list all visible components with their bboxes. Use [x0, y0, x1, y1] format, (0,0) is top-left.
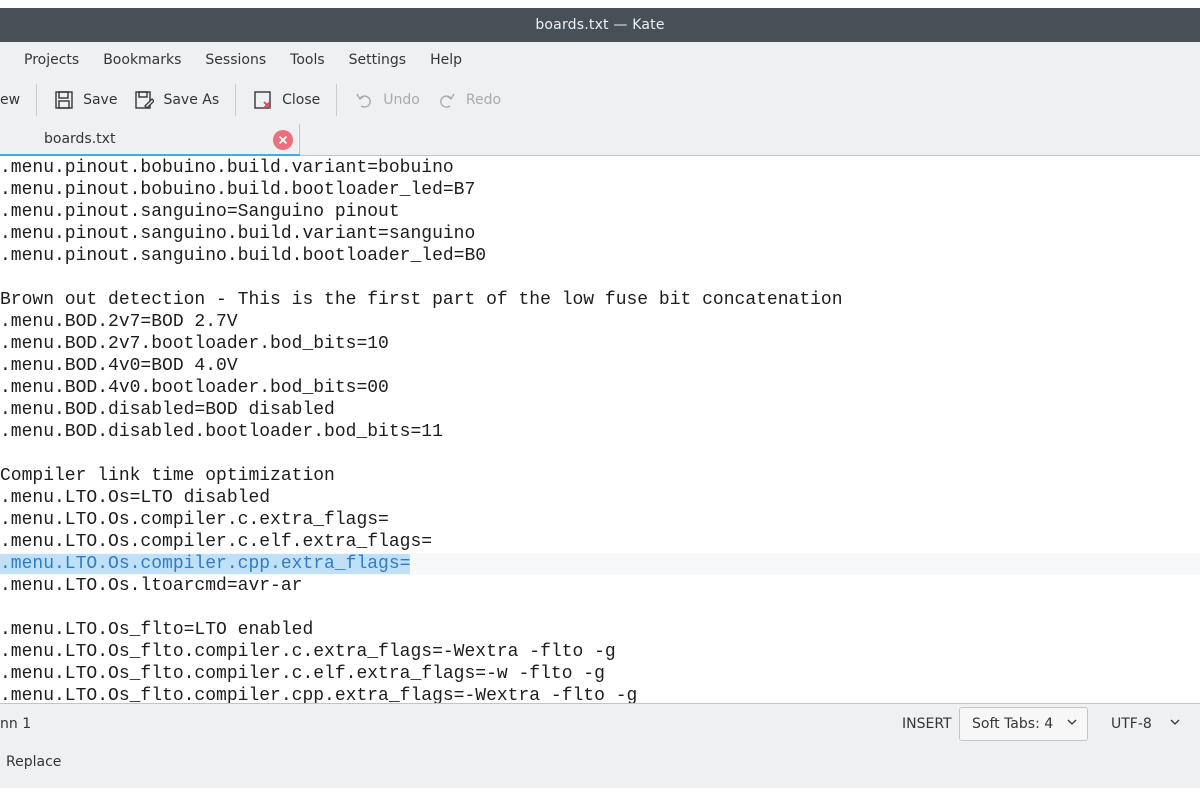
code-line[interactable] [0, 443, 1200, 465]
tab-label: boards.txt [44, 131, 116, 147]
chevron-down-icon[interactable] [1169, 716, 1181, 732]
code-line[interactable]: .menu.LTO.Os_flto.compiler.cpp.extra_fla… [0, 685, 1200, 704]
code-line-text: .menu.LTO.Os_flto.compiler.cpp.extra_fla… [0, 686, 638, 704]
indentation-dropdown[interactable]: Soft Tabs: 4 [959, 707, 1088, 741]
tab-boards-txt[interactable]: boards.txt [0, 124, 300, 157]
statusbar: nn 1 INSERT Soft Tabs: 4 UTF-8 [0, 704, 1200, 744]
chevron-down-icon [1066, 716, 1078, 732]
close-button[interactable]: Close [244, 84, 328, 116]
toolbar-separator [336, 84, 338, 116]
redo-icon [436, 89, 458, 111]
code-line[interactable]: .menu.BOD.disabled.bootloader.bod_bits=1… [0, 421, 1200, 443]
code-line[interactable]: .menu.LTO.Os_flto.compiler.c.extra_flags… [0, 641, 1200, 663]
screen-top-edge [0, 0, 1200, 8]
document-tabbar: boards.txt [0, 124, 1200, 157]
window-titlebar: boards.txt — Kate [0, 8, 1200, 42]
save-button[interactable]: Save [45, 84, 125, 116]
main-toolbar: ew Save Save As Close Undo Redo [0, 80, 1200, 120]
code-line[interactable]: .menu.LTO.Os_flto=LTO enabled [0, 619, 1200, 641]
indentation-label: Soft Tabs: 4 [972, 716, 1054, 732]
menubar: Projects Bookmarks Sessions Tools Settin… [0, 42, 1200, 78]
toolbar-separator [235, 84, 237, 116]
code-line-text: .menu.BOD.disabled.bootloader.bod_bits=1… [0, 422, 443, 442]
code-line[interactable]: .menu.LTO.Os.compiler.c.extra_flags= [0, 509, 1200, 531]
code-line-text: .menu.LTO.Os.compiler.c.extra_flags= [0, 510, 389, 530]
code-line-text: .menu.BOD.2v7=BOD 2.7V [0, 312, 238, 332]
menu-sessions[interactable]: Sessions [205, 52, 266, 68]
code-line[interactable]: .menu.BOD.4v0.bootloader.bod_bits=00 [0, 377, 1200, 399]
save-as-label: Save As [163, 92, 220, 108]
code-line-text: .menu.LTO.Os_flto.compiler.c.extra_flags… [0, 642, 616, 662]
code-line[interactable]: .menu.LTO.Os_flto.compiler.c.elf.extra_f… [0, 663, 1200, 685]
encoding-selector[interactable]: UTF-8 [1111, 716, 1152, 732]
code-line[interactable]: .menu.LTO.Os.ltoarcmd=avr-ar [0, 575, 1200, 597]
code-line-text: .menu.BOD.4v0.bootloader.bod_bits=00 [0, 378, 389, 398]
toolbar-separator [36, 84, 38, 116]
window-title: boards.txt — Kate [535, 17, 665, 33]
code-line[interactable]: .menu.pinout.bobuino.build.bootloader_le… [0, 179, 1200, 201]
save-as-icon [133, 89, 155, 111]
menu-settings[interactable]: Settings [349, 52, 406, 68]
code-line[interactable] [0, 597, 1200, 619]
code-line[interactable]: .menu.pinout.sanguino.build.variant=sang… [0, 223, 1200, 245]
tab-close-icon[interactable] [273, 130, 293, 150]
code-line-text: .menu.pinout.sanguino.build.variant=sang… [0, 224, 476, 244]
code-line[interactable]: .menu.LTO.Os=LTO disabled [0, 487, 1200, 509]
code-line-text: Brown out detection - This is the first … [0, 290, 843, 310]
menu-projects[interactable]: Projects [24, 52, 79, 68]
save-as-button[interactable]: Save As [125, 84, 227, 116]
code-line-text: .menu.BOD.2v7.bootloader.bod_bits=10 [0, 334, 389, 354]
undo-icon [353, 89, 375, 111]
code-line-text: .menu.BOD.disabled=BOD disabled [0, 400, 335, 420]
code-line-text: Compiler link time optimization [0, 466, 335, 486]
screen-bottom-edge [0, 788, 1200, 800]
redo-button[interactable]: Redo [428, 84, 509, 116]
new-button-label: ew [0, 92, 21, 108]
code-line-text: .menu.LTO.Os_flto.compiler.c.elf.extra_f… [0, 664, 605, 684]
input-mode[interactable]: INSERT [902, 716, 952, 732]
code-line-text: .menu.pinout.sanguino.build.bootloader_l… [0, 246, 487, 266]
code-line[interactable]: .menu.pinout.sanguino=Sanguino pinout [0, 201, 1200, 223]
save-label: Save [83, 92, 118, 108]
code-line[interactable]: .menu.pinout.bobuino.build.variant=bobui… [0, 157, 1200, 179]
code-line[interactable]: Compiler link time optimization [0, 465, 1200, 487]
code-line-text: .menu.LTO.Os.ltoarcmd=avr-ar [0, 576, 303, 596]
code-line-text: .menu.pinout.bobuino.build.bootloader_le… [0, 180, 476, 200]
code-line[interactable]: .menu.BOD.4v0=BOD 4.0V [0, 355, 1200, 377]
new-button[interactable]: ew [0, 84, 28, 116]
code-line-text: .menu.BOD.4v0=BOD 4.0V [0, 356, 238, 376]
close-label: Close [282, 92, 321, 108]
redo-label: Redo [465, 92, 502, 108]
code-line-selected[interactable]: .menu.LTO.Os.compiler.cpp.extra_flags= [0, 553, 1200, 575]
kate-window: Projects Bookmarks Sessions Tools Settin… [0, 42, 1200, 788]
code-line-text: .menu.pinout.sanguino=Sanguino pinout [0, 202, 400, 222]
menu-bookmarks[interactable]: Bookmarks [103, 52, 181, 68]
code-line-text: .menu.LTO.Os_flto=LTO enabled [0, 620, 314, 640]
code-line[interactable]: .menu.BOD.2v7.bootloader.bod_bits=10 [0, 333, 1200, 355]
menu-help[interactable]: Help [430, 52, 462, 68]
code-line[interactable]: .menu.pinout.sanguino.build.bootloader_l… [0, 245, 1200, 267]
code-line[interactable] [0, 267, 1200, 289]
replace-toolview-button[interactable]: Replace [6, 754, 61, 770]
save-icon [53, 89, 75, 111]
cursor-position[interactable]: nn 1 [0, 716, 31, 732]
code-line[interactable]: Brown out detection - This is the first … [0, 289, 1200, 311]
menu-tools[interactable]: Tools [290, 52, 325, 68]
code-line[interactable]: .menu.LTO.Os.compiler.c.elf.extra_flags= [0, 531, 1200, 553]
code-line-text: .menu.LTO.Os.compiler.c.elf.extra_flags= [0, 532, 433, 552]
code-line-text: .menu.LTO.Os=LTO disabled [0, 488, 271, 508]
code-line-text: .menu.pinout.bobuino.build.variant=bobui… [0, 158, 454, 178]
text-editor-area[interactable]: .menu.pinout.bobuino.build.variant=bobui… [0, 156, 1200, 704]
code-line[interactable]: .menu.BOD.disabled=BOD disabled [0, 399, 1200, 421]
close-document-icon [252, 89, 274, 111]
code-line[interactable]: .menu.BOD.2v7=BOD 2.7V [0, 311, 1200, 333]
code-line-text: .menu.LTO.Os.compiler.cpp.extra_flags= [0, 554, 411, 574]
tool-view-bar: Replace [0, 744, 1200, 784]
undo-label: Undo [383, 92, 420, 108]
undo-button[interactable]: Undo [345, 84, 428, 116]
